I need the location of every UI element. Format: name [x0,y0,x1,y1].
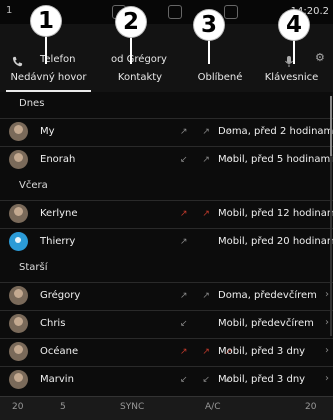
callout-1: 1 [31,6,61,36]
section-title: Dnes [19,98,45,109]
call-direction-icons: ↗ ↗ [180,291,216,301]
contact-name: My [40,126,55,137]
phone-status-icon[interactable] [168,5,182,19]
chevron-right-icon: › [325,317,329,328]
callout-4: 4 [279,10,309,40]
call-subtitle: od Grégory [111,54,167,65]
call-direction-icons: ↙ [180,319,194,329]
call-detail: Doma, předevčírem [218,290,317,301]
apps-icon[interactable] [224,5,238,19]
avatar [9,342,28,361]
call-row[interactable]: My ↗ ↗ ↗ Doma, před 2 hodinami [0,118,333,145]
avatar [9,370,28,389]
scrollbar[interactable] [330,96,332,336]
callout-line [45,36,47,64]
contact-name: Marvin [40,374,74,385]
tab-label: Nedávný hovor [10,72,87,83]
contact-name: Grégory [40,290,81,301]
contact-name: Enorah [40,154,76,165]
tab-label: Klávesnice [264,72,319,83]
callout-line [130,37,132,64]
section-header: Včera [0,174,333,198]
callout-3: 3 [194,10,224,40]
fan-speed[interactable]: 5 [60,402,66,412]
call-direction-icons: ↗ [180,237,194,247]
scrollbar-thumb[interactable] [330,96,332,156]
call-detail: Mobil, před 20 hodinami [218,236,333,247]
tab-favorites[interactable]: Oblíbené [180,72,260,92]
call-detail: Mobil, před 3 dny [218,374,306,385]
microphone-icon[interactable] [285,52,293,67]
contact-name: Océane [40,346,79,357]
call-row[interactable]: Grégory ↗ ↗ Doma, předevčírem › [0,282,333,309]
callout-line [293,40,295,64]
call-detail: Mobil, předevčírem [218,318,314,329]
missed-call-icons: ↗ ↗ [180,209,216,219]
avatar [9,204,28,223]
ac-button[interactable]: A/C [205,402,220,412]
gear-icon[interactable]: ⚙ [315,52,327,64]
status-left: 1 [6,5,13,16]
tab-contacts[interactable]: Kontakty [100,72,180,92]
call-detail: Doma, před 2 hodinami [218,126,333,137]
callout-line [208,40,210,64]
contact-name: Kerlyne [40,208,78,219]
section-header: Starší [0,256,333,280]
avatar [9,232,28,251]
tab-keypad[interactable]: Klávesnice [250,72,333,92]
call-row[interactable]: Enorah ↙ ↗ ↗ Mobil, před 5 hodinami [0,146,333,173]
callout-2: 2 [116,7,146,37]
sync-button[interactable]: SYNC [120,402,144,412]
section-title: Starší [19,262,48,273]
call-row[interactable]: Marvin ↙ ↙ ↙ Mobil, před 3 dny › [0,366,333,393]
contact-name: Thierry [40,236,76,247]
avatar [9,286,28,305]
call-row[interactable]: Chris ↙ Mobil, předevčírem › [0,310,333,337]
tab-label: Kontakty [117,72,163,83]
call-detail: Mobil, před 3 dny [218,346,306,357]
avatar [9,150,28,169]
call-row[interactable]: Océane ↗ ↗ ↗ Mobil, před 3 dny › [0,338,333,365]
contact-name: Chris [40,318,66,329]
tab-recent-calls[interactable]: Nedávný hovor [6,72,91,92]
temp-left[interactable]: 20 [12,402,23,412]
call-row[interactable]: Kerlyne ↗ ↗ Mobil, před 12 hodinami [0,200,333,227]
call-detail: Mobil, před 12 hodinami [218,208,333,219]
phone-icon [12,52,23,67]
call-row[interactable]: Thierry ↗ Mobil, před 20 hodinami [0,228,333,255]
chevron-right-icon: › [325,289,329,300]
chevron-right-icon: › [325,345,329,356]
avatar [9,122,28,141]
chevron-right-icon: › [325,373,329,384]
avatar [9,314,28,333]
section-header: Dnes [0,92,333,116]
climate-bar: 20 5 SYNC A/C 20 [0,396,333,420]
tab-label: Oblíbené [197,72,243,83]
section-title: Včera [19,180,48,191]
temp-right[interactable]: 20 [305,402,316,412]
phone-screen: 1 14:20.2 Telefon od Grégory ⚙ Nedávný h… [0,0,333,420]
recent-calls-list: Dnes My ↗ ↗ ↗ Doma, před 2 hodinami Enor… [0,92,333,392]
call-detail: Mobil, před 5 hodinami [218,154,333,165]
